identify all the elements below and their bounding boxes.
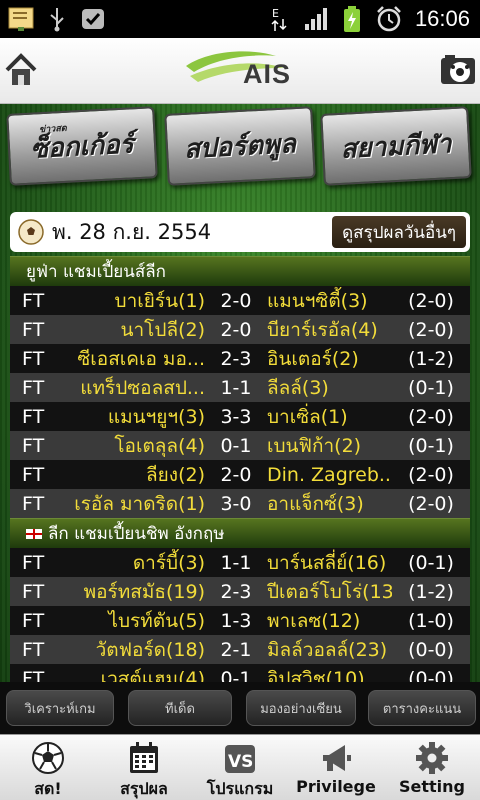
tab-siamkeela[interactable]: สยามกีฬา <box>320 106 472 186</box>
match-row[interactable]: FT แทร็ปซอลสป... 1-1 ลีลล์(3) (0-1) <box>10 373 470 402</box>
ais-logo: AIS <box>180 46 300 96</box>
battery-check-icon <box>80 6 106 32</box>
soccer-ball-icon <box>29 741 67 775</box>
calendar-icon <box>125 741 163 775</box>
analysis-tabs: วิเคราะห์เกม ทีเด็ด มองอย่างเซียน ตารางค… <box>0 682 480 734</box>
notification-icon <box>8 6 34 32</box>
vs-icon: VS <box>221 741 259 775</box>
match-row[interactable]: FT โอเตลุล(4) 0-1 เบนฟิก้า(2) (0-1) <box>10 431 470 460</box>
nav-privilege[interactable]: Privilege <box>288 735 384 800</box>
soccer-ball-icon <box>18 219 44 245</box>
tab-tips[interactable]: ทีเด็ด <box>128 690 232 726</box>
match-row[interactable]: FT นาโปลี(2) 2-0 บียาร์เรอัล(4) (2-0) <box>10 315 470 344</box>
battery-charging-icon <box>339 6 365 32</box>
match-row[interactable]: FT แมนฯยูฯ(3) 3-3 บาเซิ่ล(1) (2-0) <box>10 402 470 431</box>
status-bar: E 16:06 <box>0 0 480 38</box>
match-row[interactable]: FT ซีเอสเคเอ มอ... 2-3 อินเตอร์(2) (1-2) <box>10 344 470 373</box>
match-row[interactable]: FT ลียง(2) 2-0 Din. Zagreb... (2-0) <box>10 460 470 489</box>
tab-soccer[interactable]: ข่าวสด ซ็อกเก้อร์ <box>6 106 158 186</box>
usb-icon <box>44 6 70 32</box>
gear-icon <box>413 741 451 775</box>
tab-expert-view[interactable]: มองอย่างเซียน <box>246 690 356 726</box>
edge-signal-icon: E <box>267 6 293 32</box>
match-date: พ. 28 ก.ย. 2554 <box>52 219 212 244</box>
alarm-icon <box>375 6 401 32</box>
nav-setting[interactable]: Setting <box>384 735 480 800</box>
results-list[interactable]: ยูฟ่า แชมเปี้ยนส์ลีก FT บาเยิร์น(1) 2-0 แมน… <box>10 256 470 682</box>
date-bar: พ. 28 ก.ย. 2554 ดูสรุปผลวันอื่นๆ <box>10 212 470 252</box>
home-icon <box>5 53 37 85</box>
megaphone-icon <box>317 741 355 775</box>
nav-program[interactable]: VS โปรแกรม <box>192 735 288 800</box>
england-flag-icon <box>26 528 42 539</box>
svg-text:VS: VS <box>228 752 253 772</box>
league-header: ลีก แชมเปี้ยนชิพ อังกฤษ <box>10 518 470 548</box>
match-row[interactable]: FT พอร์ทสมัธ(19) 2-3 ปีเตอร์โบโร่(13) (1-2) <box>10 577 470 606</box>
other-day-button[interactable]: ดูสรุปผลวันอื่นๆ <box>332 216 466 248</box>
nav-results[interactable]: สรุปผล <box>96 735 192 800</box>
tab-sportpool[interactable]: สปอร์ตพูล <box>164 106 316 186</box>
bottom-navigation: สด! สรุปผล VS โปรแกรม Privilege Setting <box>0 734 480 800</box>
svg-text:E: E <box>272 7 279 20</box>
nav-live[interactable]: สด! <box>0 735 96 800</box>
app-header: AIS <box>0 38 480 104</box>
match-row[interactable]: FT ดาร์บี้(3) 1-1 บาร์นสลี่ย์(16) (0-1) <box>10 548 470 577</box>
match-row[interactable]: FT บาเยิร์น(1) 2-0 แมนฯซิตี้(3) (2-0) <box>10 286 470 315</box>
camera-ball-button[interactable] <box>440 54 476 86</box>
news-tabs: ข่าวสด ซ็อกเก้อร์ สปอร์ตพูล สยามกีฬา <box>0 106 480 190</box>
camera-ball-icon <box>441 55 475 84</box>
league-header: ยูฟ่า แชมเปี้ยนส์ลีก <box>10 256 470 286</box>
tab-standings[interactable]: ตารางคะแนน <box>368 690 476 726</box>
match-row[interactable]: FT ไบรท์ตัน(5) 1-3 พาเลซ(12) (1-0) <box>10 606 470 635</box>
match-row[interactable]: FT เวสต์แฮม(4) 0-1 อิปสวิช(10) (0-0) <box>10 664 470 682</box>
clock: 16:06 <box>414 6 470 31</box>
match-row[interactable]: FT วัตฟอร์ด(18) 2-1 มิลล์วอลล์(23) (0-0) <box>10 635 470 664</box>
match-row[interactable]: FT เรอัล มาดริด(1) 3-0 อาแจ็กซ์(3) (2-0) <box>10 489 470 518</box>
tab-analysis[interactable]: วิเคราะห์เกม <box>6 690 114 726</box>
home-button[interactable] <box>4 52 38 88</box>
signal-icon <box>303 6 329 32</box>
